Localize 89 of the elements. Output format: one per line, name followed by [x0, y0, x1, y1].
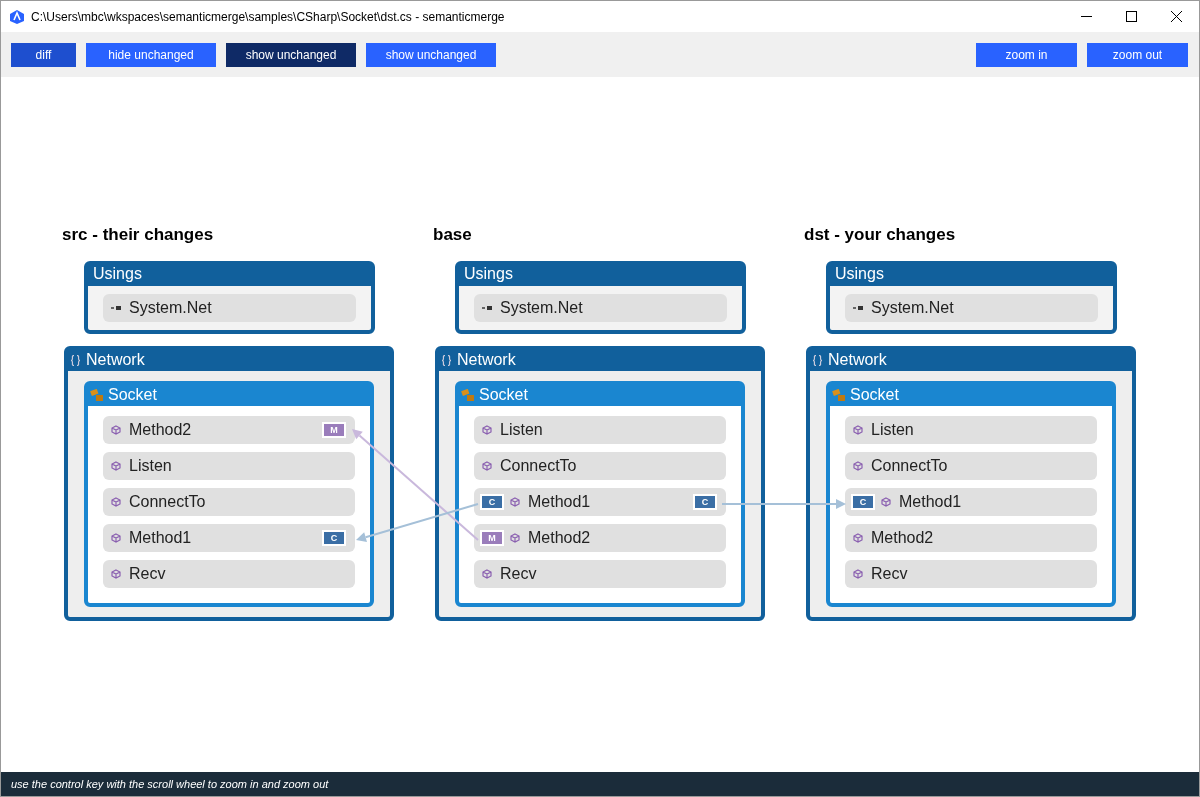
toolbar-button[interactable]: zoom out — [1087, 42, 1188, 67]
member-label: Method2 — [129, 420, 193, 440]
cube-icon — [111, 497, 121, 507]
panel-header: Usings — [830, 264, 1113, 286]
toolbar-button[interactable]: show unchanged — [226, 42, 356, 67]
close-icon[interactable] — [1171, 11, 1182, 22]
member-row[interactable]: Method2 — [845, 524, 1097, 552]
member-label: System.Net — [129, 298, 213, 318]
member-label: System.Net — [871, 298, 955, 318]
panel-header: Socket — [479, 385, 528, 405]
member-label: Listen — [871, 420, 915, 440]
member-row[interactable]: ConnectTo — [845, 452, 1097, 480]
cube-icon — [881, 497, 891, 507]
column-title: base — [433, 224, 473, 246]
member-row[interactable]: System.Net — [474, 294, 727, 322]
member-row[interactable]: C Method1 — [845, 488, 1097, 516]
member-row[interactable]: Method1 C — [103, 524, 355, 552]
member-label: Method1 — [129, 528, 193, 548]
using-icon — [111, 305, 121, 311]
member-row[interactable]: Method2 M — [103, 416, 355, 444]
cube-icon — [510, 497, 520, 507]
change-badge: M — [482, 532, 502, 544]
cube-icon — [853, 461, 863, 471]
using-icon — [853, 305, 863, 311]
member-row[interactable]: M Method2 — [474, 524, 726, 552]
class-icon — [461, 388, 476, 402]
window-title: C:\Users\mbc\wkspaces\semanticmerge\samples\CSharp\Socket\dst.cs - semanticmerge — [31, 8, 506, 26]
app-logo-icon — [9, 8, 25, 25]
member-row[interactable]: Recv — [474, 560, 726, 588]
toolbar-button[interactable]: zoom in — [976, 42, 1077, 67]
member-label: Listen — [500, 420, 544, 440]
class-icon — [832, 388, 847, 402]
column-title: dst - your changes — [804, 224, 957, 246]
status-text: use the control key with the scroll wheel to zoom in and zoom out — [11, 776, 329, 792]
member-label: ConnectTo — [871, 456, 949, 476]
panel-header: Usings — [88, 264, 371, 286]
cube-icon — [482, 425, 492, 435]
member-row[interactable]: Recv — [103, 560, 355, 588]
braces-icon — [442, 354, 451, 366]
change-badge: C — [695, 496, 715, 508]
column-title: src - their changes — [62, 224, 215, 246]
cube-icon — [111, 425, 121, 435]
panel-header: Socket — [850, 385, 899, 405]
member-row[interactable]: System.Net — [103, 294, 356, 322]
member-label: Method1 — [899, 492, 963, 512]
panel-header: Socket — [108, 385, 157, 405]
member-label: Listen — [129, 456, 173, 476]
panel-header: Network — [828, 350, 887, 370]
member-label: Method2 — [528, 528, 592, 548]
panel-header: Network — [457, 350, 516, 370]
member-label: Method1 — [528, 492, 592, 512]
cube-icon — [853, 569, 863, 579]
cube-icon — [111, 461, 121, 471]
change-badge: C — [853, 496, 873, 508]
toolbar-button[interactable]: diff — [11, 42, 76, 67]
toolbar-button[interactable]: show unchanged — [366, 42, 496, 67]
braces-icon — [71, 354, 80, 366]
panel-header: Network — [86, 350, 145, 370]
change-badge: C — [324, 532, 344, 544]
using-icon — [482, 305, 492, 311]
member-row[interactable]: ConnectTo — [474, 452, 726, 480]
member-label: Recv — [871, 564, 909, 584]
change-badge: M — [324, 424, 344, 436]
member-label: ConnectTo — [129, 492, 207, 512]
member-row[interactable]: System.Net — [845, 294, 1098, 322]
member-row[interactable]: Listen — [845, 416, 1097, 444]
cube-icon — [482, 461, 492, 471]
member-label: Recv — [129, 564, 167, 584]
member-label: Recv — [500, 564, 538, 584]
member-label: System.Net — [500, 298, 584, 318]
member-label: ConnectTo — [500, 456, 578, 476]
cube-icon — [853, 425, 863, 435]
cube-icon — [853, 533, 863, 543]
panel-header: Usings — [459, 264, 742, 286]
cube-icon — [482, 569, 492, 579]
class-icon — [90, 388, 105, 402]
change-badge: C — [482, 496, 502, 508]
braces-icon — [813, 354, 822, 366]
maximize-icon[interactable] — [1126, 11, 1137, 22]
member-label: Method2 — [871, 528, 935, 548]
member-row[interactable]: C Method1 C — [474, 488, 726, 516]
toolbar-button[interactable]: hide unchanged — [86, 42, 216, 67]
member-row[interactable]: Recv — [845, 560, 1097, 588]
member-row[interactable]: Listen — [103, 452, 355, 480]
member-row[interactable]: ConnectTo — [103, 488, 355, 516]
cube-icon — [111, 569, 121, 579]
cube-icon — [111, 533, 121, 543]
member-row[interactable]: Listen — [474, 416, 726, 444]
cube-icon — [510, 533, 520, 543]
